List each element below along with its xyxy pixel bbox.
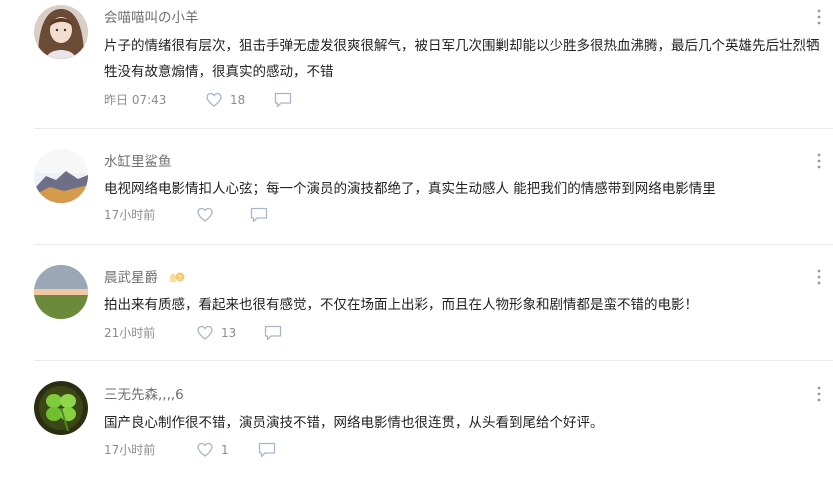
comment-time: 17小时前 — [104, 208, 156, 222]
like-count: 18 — [230, 93, 246, 107]
more-options-icon[interactable] — [812, 152, 826, 170]
user-avatar[interactable] — [34, 5, 88, 59]
svg-text:3: 3 — [178, 275, 182, 282]
reply-icon[interactable] — [274, 92, 292, 108]
username[interactable]: 晨武星爵 3 — [104, 266, 186, 286]
like-count: 13 — [221, 326, 237, 340]
user-avatar[interactable] — [34, 381, 88, 435]
level-badge-icon: 3 — [170, 272, 185, 282]
comment-item: 会喵喵叫の小羊 片子的情绪很有层次，狙击手弹无虚发很爽很解气，被日军几次围剿却能… — [0, 0, 833, 128]
more-options-icon[interactable] — [812, 8, 826, 26]
comment-time: 17小时前 — [104, 443, 156, 457]
comment-item: 晨武星爵 3 拍出来有质感，看起来也很有感觉，不仅在场面上出彩，而且在人物形象和剧… — [0, 245, 833, 360]
more-options-icon[interactable] — [812, 268, 826, 286]
like-icon[interactable] — [197, 325, 213, 341]
reply-icon[interactable] — [258, 442, 276, 458]
comment-item: 水缸里鲨鱼 电视网络电影情扣人心弦；每一个演员的演技都绝了，真实生动感人 能把我… — [0, 129, 833, 244]
comment-time: 昨日 07:43 — [104, 93, 167, 107]
like-count: 1 — [221, 443, 229, 457]
username-text: 晨武星爵 — [104, 270, 158, 286]
comment-text: 拍出来有质感，看起来也很有感觉，不仅在场面上出彩，而且在人物形象和剧情都是蛮不错… — [104, 297, 698, 313]
username[interactable]: 会喵喵叫の小羊 — [104, 6, 199, 26]
like-icon[interactable] — [197, 442, 213, 458]
user-avatar[interactable] — [34, 149, 88, 203]
more-options-icon[interactable] — [812, 385, 826, 403]
username[interactable]: 三无先森,,,,6 — [104, 383, 184, 403]
comment-text: 片子的情绪很有层次，狙击手弹无虚发很爽很解气，被日军几次围剿却能以少胜多很热血沸… — [104, 38, 820, 80]
like-icon[interactable] — [206, 92, 222, 108]
user-avatar[interactable] — [34, 265, 88, 319]
comment-time: 21小时前 — [104, 326, 156, 340]
comment-text: 电视网络电影情扣人心弦；每一个演员的演技都绝了，真实生动感人 能把我们的情感带到… — [104, 181, 716, 197]
username[interactable]: 水缸里鲨鱼 — [104, 150, 172, 170]
comment-item: 三无先森,,,,6 国产良心制作很不错，演员演技不错，网络电影情也很连贯，从头看… — [0, 361, 833, 477]
reply-icon[interactable] — [264, 325, 282, 341]
like-icon[interactable] — [197, 207, 213, 223]
reply-icon[interactable] — [250, 207, 268, 223]
comment-text: 国产良心制作很不错，演员演技不错，网络电影情也很连贯，从头看到尾给个好评。 — [104, 415, 604, 431]
